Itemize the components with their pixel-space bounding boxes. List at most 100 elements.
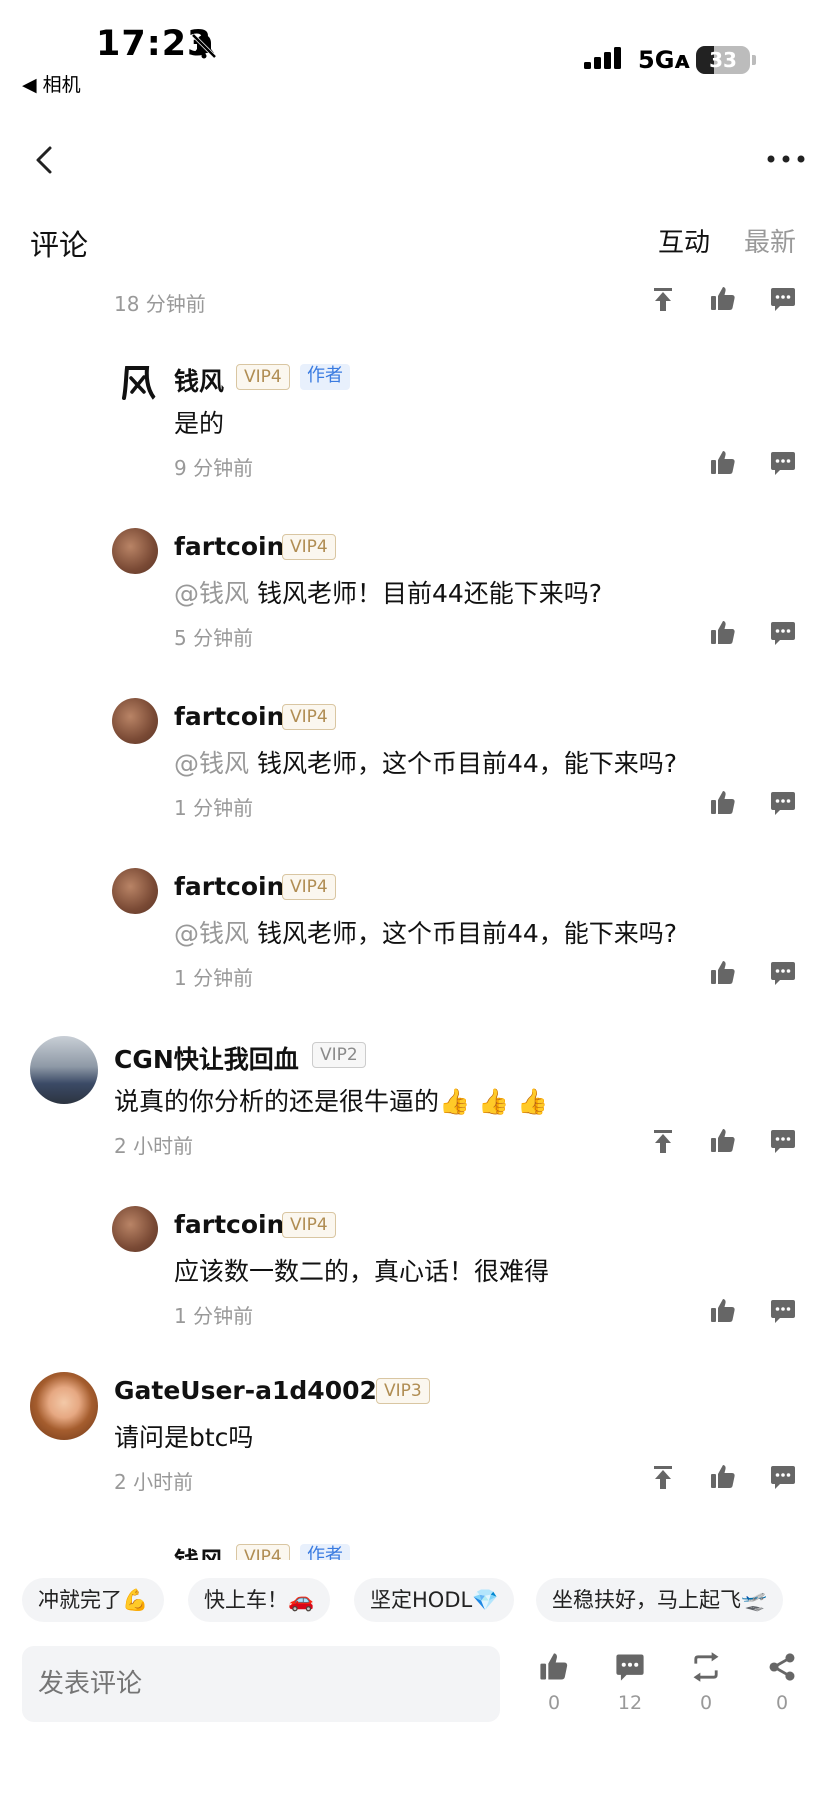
mention[interactable]: @钱风: [174, 919, 249, 948]
repost-stat[interactable]: 0: [676, 1650, 736, 1714]
username[interactable]: GateUser-a1d40020: [114, 1376, 394, 1405]
like-icon[interactable]: [708, 284, 738, 314]
mention[interactable]: @钱风: [174, 579, 249, 608]
username[interactable]: fartcoin: [174, 1210, 284, 1239]
username[interactable]: fartcoin: [174, 702, 284, 731]
comment-icon: [613, 1650, 647, 1684]
reply-item-partial: 钱风 VIP4 作者: [0, 1536, 828, 1560]
comment-stat[interactable]: 12: [600, 1650, 660, 1714]
comment-count: 12: [617, 1692, 643, 1714]
back-arrow-icon[interactable]: [30, 140, 60, 180]
reply-item: fartcoin VIP4 @钱风 钱风老师，这个币目前44，能下来吗? 1 分…: [0, 692, 828, 832]
username[interactable]: 钱风: [174, 1542, 224, 1560]
back-to-camera-link[interactable]: ◀ 相机: [22, 70, 81, 97]
reply-item: fartcoin VIP4 应该数一数二的，真心话！很难得 1 分钟前: [0, 1200, 828, 1340]
repost-count: 0: [699, 1692, 713, 1714]
comment-time: 2 小时前: [114, 1470, 194, 1494]
reply-icon[interactable]: [768, 788, 798, 818]
quick-reply-chip[interactable]: 坐稳扶好，马上起飞🛫: [536, 1578, 784, 1622]
reply-time: 9 分钟前: [174, 456, 254, 480]
like-stat[interactable]: 0: [524, 1650, 584, 1714]
reply-time: 1 分钟前: [174, 1304, 254, 1328]
avatar[interactable]: [112, 1206, 158, 1252]
vip-badge: VIP4: [282, 704, 336, 730]
reply-time: 5 分钟前: [174, 626, 254, 650]
signal-icon: [584, 47, 621, 69]
reply-text: 是的: [174, 409, 225, 438]
like-icon[interactable]: [708, 1296, 738, 1326]
comment-text: 说真的你分析的还是很牛逼的👍 👍 👍: [114, 1087, 549, 1116]
tab-latest[interactable]: 最新: [744, 222, 796, 259]
bell-muted-icon: [191, 33, 217, 59]
username[interactable]: 钱风: [174, 362, 224, 398]
pin-icon[interactable]: [648, 1462, 678, 1492]
like-icon: [537, 1650, 571, 1684]
pin-icon[interactable]: [648, 284, 678, 314]
quick-reply-chip[interactable]: 坚定HODL💎: [354, 1578, 515, 1622]
vip-badge: VIP4: [282, 1212, 336, 1238]
vip-badge: VIP4: [236, 1544, 290, 1560]
reply-icon[interactable]: [768, 1296, 798, 1326]
comment-item: GateUser-a1d40020 VIP3 请问是btc吗 2 小时前: [0, 1370, 828, 1520]
share-count: 0: [775, 1692, 789, 1714]
status-bar: 17:23 ◀ 相机 5Gᴀ 33: [0, 0, 828, 100]
reply-time: 1 分钟前: [174, 796, 254, 820]
quick-reply-row: 冲就完了💪 快上车！🚗 坚定HODL💎 坐稳扶好，马上起飞🛫: [0, 1578, 828, 1622]
comments-title: 评论: [30, 228, 89, 262]
quick-reply-chip[interactable]: 冲就完了💪: [22, 1578, 165, 1622]
author-badge: 作者: [300, 1544, 350, 1560]
tab-interaction[interactable]: 互动: [658, 222, 710, 259]
reply-text: @钱风 钱风老师，这个币目前44，能下来吗?: [174, 744, 677, 780]
like-icon[interactable]: [708, 448, 738, 478]
comment-text: 请问是btc吗: [114, 1423, 254, 1452]
mention[interactable]: @钱风: [174, 749, 249, 778]
comment-footer: 18 分钟前: [0, 280, 828, 320]
reply-item: fartcoin VIP4 @钱风 钱风老师，这个币目前44，能下来吗? 1 分…: [0, 862, 828, 1002]
reply-time: 1 分钟前: [174, 966, 254, 990]
reply-icon[interactable]: [768, 284, 798, 314]
avatar[interactable]: [30, 1372, 98, 1440]
vip-badge: VIP2: [312, 1042, 366, 1068]
share-icon: [769, 1653, 795, 1681]
battery-indicator: 33: [696, 46, 750, 74]
avatar[interactable]: [30, 1036, 98, 1104]
like-icon[interactable]: [708, 958, 738, 988]
repost-icon: [693, 1652, 719, 1682]
vip-badge: VIP4: [282, 534, 336, 560]
author-badge: 作者: [300, 364, 350, 390]
avatar[interactable]: [112, 698, 158, 744]
calligraphy-logo-icon: [122, 366, 156, 400]
reply-text: @钱风 钱风老师！目前44还能下来吗?: [174, 574, 602, 610]
pin-icon[interactable]: [648, 1126, 678, 1156]
reply-icon[interactable]: [768, 1126, 798, 1156]
reply-icon[interactable]: [768, 618, 798, 648]
battery-cap: [752, 55, 756, 65]
like-count: 0: [547, 1692, 561, 1714]
reply-icon[interactable]: [768, 448, 798, 478]
reply-icon[interactable]: [768, 1462, 798, 1492]
reply-icon[interactable]: [768, 958, 798, 988]
avatar[interactable]: [112, 528, 158, 574]
comment-item: CGN快让我回血 VIP2 说真的你分析的还是很牛逼的👍 👍 👍 2 小时前: [0, 1034, 828, 1184]
reply-body: 钱风老师，这个币目前44，能下来吗?: [249, 749, 678, 778]
quick-reply-chip[interactable]: 快上车！🚗: [188, 1578, 331, 1622]
vip-badge: VIP3: [376, 1378, 430, 1404]
reply-body: 钱风老师！目前44还能下来吗?: [249, 579, 603, 608]
like-icon[interactable]: [708, 1126, 738, 1156]
like-icon[interactable]: [708, 1462, 738, 1492]
reply-body: 钱风老师，这个币目前44，能下来吗?: [249, 919, 678, 948]
reply-text: @钱风 钱风老师，这个币目前44，能下来吗?: [174, 914, 677, 950]
avatar[interactable]: [114, 360, 160, 406]
share-stat[interactable]: 0: [752, 1650, 812, 1714]
like-icon[interactable]: [708, 788, 738, 818]
network-type: 5Gᴀ: [638, 46, 691, 74]
more-icon[interactable]: [764, 148, 808, 170]
avatar[interactable]: [112, 868, 158, 914]
comment-input[interactable]: [22, 1646, 500, 1722]
comment-time: 2 小时前: [114, 1134, 194, 1158]
like-icon[interactable]: [708, 618, 738, 648]
username[interactable]: fartcoin: [174, 872, 284, 901]
reply-item: 钱风 VIP4 作者 是的 9 分钟前: [0, 352, 828, 492]
username[interactable]: CGN快让我回血: [114, 1040, 299, 1076]
username[interactable]: fartcoin: [174, 532, 284, 561]
